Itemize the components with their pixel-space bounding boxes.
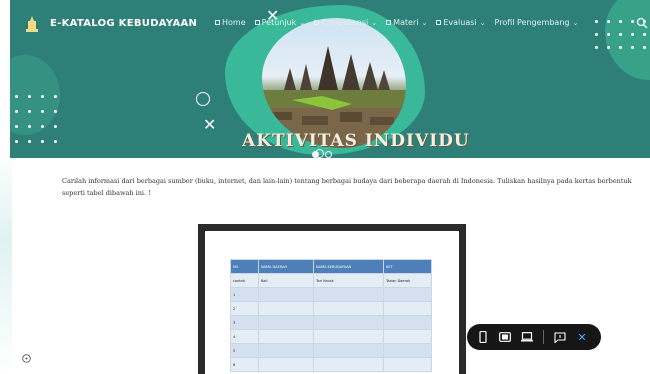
laptop-view-icon[interactable] <box>521 331 533 343</box>
viewer-toolbar: ✕ <box>467 324 601 350</box>
table-cell <box>258 301 314 316</box>
table-cell <box>313 287 384 302</box>
nav-item-label: Home <box>222 18 246 27</box>
nav-item-label: Evaluasi <box>443 18 477 27</box>
page-icon <box>386 20 392 25</box>
table-row: 2 <box>230 301 432 316</box>
chevron-down-icon: ⌄ <box>479 18 486 27</box>
table-cell: contoh <box>230 273 259 288</box>
mosque-logo-icon <box>26 16 38 32</box>
instruction-text: Carilah informasi dari berbagai sumber (… <box>62 177 632 197</box>
table-row: 6 <box>230 357 432 372</box>
table-cell: 2 <box>230 301 259 316</box>
table-row: 4 <box>230 329 432 344</box>
table-cell <box>258 315 314 330</box>
table-cell <box>383 315 432 330</box>
nav-item-profil-pengembang[interactable]: Profil Pengembang ⌄ <box>495 18 579 27</box>
chevron-down-icon: ⌄ <box>572 18 579 27</box>
table-cell: 3 <box>230 315 259 330</box>
table-header-cell: KET <box>383 259 432 274</box>
close-icon[interactable]: ✕ <box>576 331 588 343</box>
table-cell <box>313 301 384 316</box>
table-cell: Tarian Daerah <box>383 273 432 288</box>
toolbar-separator <box>543 330 544 344</box>
page-icon <box>215 20 220 25</box>
chevron-down-icon: ⌄ <box>299 18 306 27</box>
comment-icon[interactable] <box>554 331 566 343</box>
page-icon <box>254 20 260 25</box>
table-header-cell: NAMA KEBUDAYAAN <box>313 259 384 274</box>
table-row: 5 <box>230 343 432 358</box>
table-cell <box>383 301 432 316</box>
carousel-indicators <box>312 151 332 158</box>
table-cell <box>258 287 314 302</box>
info-icon[interactable] <box>22 354 31 363</box>
nav-item-label: Materi <box>393 18 419 27</box>
table-cell <box>313 357 384 372</box>
main-nav: Home Petunjuk ⌄ Kompetensi ⌄ Materi ⌄ Ev… <box>215 18 587 27</box>
table-cell: Bali <box>258 273 314 288</box>
document-page: NO NAMA DAERAH NAMA KEBUDAYAAN KET conto… <box>205 231 459 374</box>
table-header-cell: NO <box>230 259 259 274</box>
x-decoration: ✕ <box>203 115 217 134</box>
circle-decoration <box>196 92 210 106</box>
table-row: 3 <box>230 315 432 330</box>
search-icon[interactable] <box>636 17 648 29</box>
nav-item-home[interactable]: Home <box>215 18 246 27</box>
table-cell <box>383 287 432 302</box>
chevron-down-icon: ⌄ <box>371 18 378 27</box>
chevron-down-icon: ⌄ <box>421 18 428 27</box>
nav-item-label: Kompetensi <box>321 18 369 27</box>
nav-item-materi[interactable]: Materi ⌄ <box>386 18 427 27</box>
nav-item-label: Profil Pengembang <box>494 18 570 27</box>
nav-item-petunjuk[interactable]: Petunjuk ⌄ <box>254 18 306 27</box>
table-cell: 4 <box>230 329 259 344</box>
table-cell <box>383 329 432 344</box>
table-cell <box>383 343 432 358</box>
table-header-row: NO NAMA DAERAH NAMA KEBUDAYAAN KET <box>230 259 432 274</box>
carousel-dot[interactable] <box>325 151 332 158</box>
banner-title: AKTIVITAS INDIVIDU <box>242 131 470 151</box>
carousel-dot-active[interactable] <box>312 151 319 158</box>
nav-item-label: Petunjuk <box>261 18 297 27</box>
table-cell <box>313 343 384 358</box>
table-cell <box>258 357 314 372</box>
brand-name[interactable]: E-KATALOG KEBUDAYAAN <box>50 18 197 29</box>
nav-item-kompetensi[interactable]: Kompetensi ⌄ <box>314 18 377 27</box>
table-cell: 5 <box>230 343 259 358</box>
table-cell <box>258 329 314 344</box>
mobile-view-icon[interactable] <box>477 331 489 343</box>
nav-item-evaluasi[interactable]: Evaluasi ⌄ <box>436 18 486 27</box>
table-header-cell: NAMA DAERAH <box>258 259 314 274</box>
page-icon <box>436 20 442 25</box>
left-decor-stripe <box>0 150 12 374</box>
table-cell: Tari Kecak <box>313 273 384 288</box>
table-row: contoh Bali Tari Kecak Tarian Daerah <box>230 273 432 288</box>
culture-table: NO NAMA DAERAH NAMA KEBUDAYAAN KET conto… <box>230 259 432 372</box>
table-cell: 1 <box>230 287 259 302</box>
table-cell: 6 <box>230 357 259 372</box>
table-row: 1 <box>230 287 432 302</box>
table-cell <box>258 343 314 358</box>
table-cell <box>313 329 384 344</box>
document-viewer[interactable]: NO NAMA DAERAH NAMA KEBUDAYAAN KET conto… <box>198 224 466 374</box>
table-cell <box>313 315 384 330</box>
tablet-view-icon[interactable] <box>499 331 511 343</box>
dot-pattern-left <box>15 95 57 143</box>
table-cell <box>383 357 432 372</box>
page-icon <box>314 20 320 25</box>
